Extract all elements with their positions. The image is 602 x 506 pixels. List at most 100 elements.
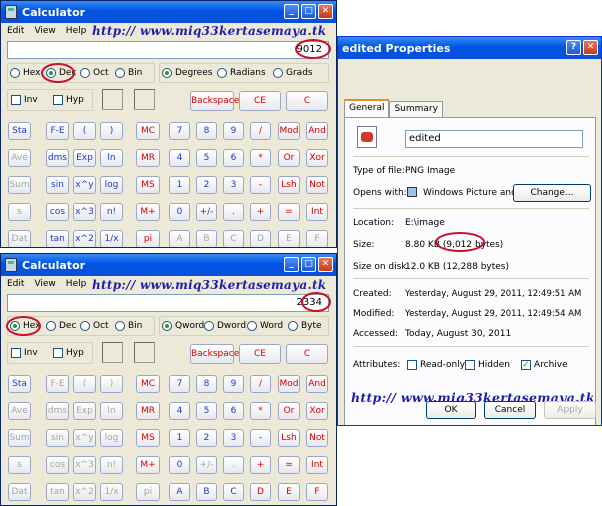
menu-view[interactable]: View xyxy=(34,26,55,36)
key-pi-button[interactable]: pi xyxy=(136,483,160,501)
key-a-button[interactable]: A xyxy=(169,230,190,247)
key-int-button[interactable]: Int xyxy=(306,203,328,221)
key---button[interactable]: / xyxy=(250,122,271,140)
key---button[interactable]: +/- xyxy=(196,456,217,474)
checkbox-hyp[interactable]: Hyp xyxy=(53,348,84,358)
key-not-button[interactable]: Not xyxy=(306,429,328,447)
key-cos-button[interactable]: cos xyxy=(46,456,69,474)
key-f-e-button[interactable]: F-E xyxy=(46,375,69,393)
key-s-button[interactable]: s xyxy=(8,203,31,221)
c-button[interactable]: C xyxy=(286,91,328,111)
key-ms-button[interactable]: MS xyxy=(136,176,160,194)
close-icon[interactable]: ✕ xyxy=(318,257,333,272)
key-8-button[interactable]: 8 xyxy=(196,122,217,140)
key---button[interactable]: ) xyxy=(100,122,123,140)
menu-view[interactable]: View xyxy=(34,279,55,289)
ce-button[interactable]: CE xyxy=(239,344,281,364)
key---button[interactable]: . xyxy=(223,203,244,221)
key-7-button[interactable]: 7 xyxy=(169,122,190,140)
key-2-button[interactable]: 2 xyxy=(196,176,217,194)
key-s-button[interactable]: s xyxy=(8,456,31,474)
backspace-button[interactable]: Backspace xyxy=(190,91,239,111)
key-6-button[interactable]: 6 xyxy=(223,149,244,167)
key-4-button[interactable]: 4 xyxy=(169,149,190,167)
key-sin-button[interactable]: sin xyxy=(46,429,69,447)
key-exp-button[interactable]: Exp xyxy=(73,149,96,167)
key-dms-button[interactable]: dms xyxy=(46,402,69,420)
key-f-button[interactable]: F xyxy=(306,483,328,501)
key-xpow2-button[interactable]: x^2 xyxy=(73,230,96,247)
title-bar[interactable]: Calculator _ □ ✕ xyxy=(1,1,336,23)
menu-edit[interactable]: Edit xyxy=(7,279,24,289)
key-dat-button[interactable]: Dat xyxy=(8,230,31,247)
key-tan-button[interactable]: tan xyxy=(46,483,69,501)
key-and-button[interactable]: And xyxy=(306,122,328,140)
radio-grads[interactable]: Grads xyxy=(273,68,313,78)
key---button[interactable]: / xyxy=(250,375,271,393)
key-0-button[interactable]: 0 xyxy=(169,456,190,474)
key-sum-button[interactable]: Sum xyxy=(8,429,31,447)
key---button[interactable]: * xyxy=(250,149,271,167)
key-or-button[interactable]: Or xyxy=(278,149,300,167)
radio-radians[interactable]: Radians xyxy=(217,68,266,78)
key-n--button[interactable]: n! xyxy=(100,203,123,221)
key-7-button[interactable]: 7 xyxy=(169,375,190,393)
change-button[interactable]: Change... xyxy=(513,184,591,202)
key-1-x-button[interactable]: 1/x xyxy=(100,230,123,247)
key---button[interactable]: * xyxy=(250,402,271,420)
radio-oct[interactable]: Oct xyxy=(80,321,109,331)
maximize-icon[interactable]: □ xyxy=(301,257,316,272)
minimize-icon[interactable]: _ xyxy=(284,4,299,19)
key---button[interactable]: = xyxy=(278,456,300,474)
menu-help[interactable]: Help xyxy=(66,279,87,289)
key-f-e-button[interactable]: F-E xyxy=(46,122,69,140)
key-5-button[interactable]: 5 xyxy=(196,402,217,420)
key-e-button[interactable]: E xyxy=(278,230,300,247)
maximize-icon[interactable]: □ xyxy=(301,4,316,19)
radio-degrees[interactable]: Degrees xyxy=(162,68,212,78)
key-3-button[interactable]: 3 xyxy=(223,429,244,447)
tab-general[interactable]: General xyxy=(344,99,390,117)
key-sta-button[interactable]: Sta xyxy=(8,375,31,393)
apply-button[interactable]: Apply xyxy=(544,401,596,419)
key---button[interactable]: + xyxy=(250,203,271,221)
key-sum-button[interactable]: Sum xyxy=(8,176,31,194)
key-or-button[interactable]: Or xyxy=(278,402,300,420)
checkbox-inv[interactable]: Inv xyxy=(11,95,38,105)
key---button[interactable]: + xyxy=(250,456,271,474)
key---button[interactable]: ( xyxy=(73,375,96,393)
key-and-button[interactable]: And xyxy=(306,375,328,393)
key-e-button[interactable]: E xyxy=(278,483,300,501)
key-dat-button[interactable]: Dat xyxy=(8,483,31,501)
key-m--button[interactable]: M+ xyxy=(136,456,160,474)
radio-byte[interactable]: Byte xyxy=(288,321,322,331)
minimize-icon[interactable]: _ xyxy=(284,257,299,272)
key-a-button[interactable]: A xyxy=(169,483,190,501)
key-mc-button[interactable]: MC xyxy=(136,122,160,140)
key-c-button[interactable]: C xyxy=(223,483,244,501)
key-lsh-button[interactable]: Lsh xyxy=(278,176,300,194)
key-b-button[interactable]: B xyxy=(196,483,217,501)
key-mr-button[interactable]: MR xyxy=(136,402,160,420)
calculator-display[interactable]: 2334 xyxy=(7,294,329,312)
key-log-button[interactable]: log xyxy=(100,429,123,447)
backspace-button[interactable]: Backspace xyxy=(190,344,239,364)
key-dms-button[interactable]: dms xyxy=(46,149,69,167)
checkbox-readonly[interactable]: Read-only xyxy=(407,360,465,370)
checkbox-hyp[interactable]: Hyp xyxy=(53,95,84,105)
radio-word[interactable]: Word xyxy=(247,321,283,331)
key-sta-button[interactable]: Sta xyxy=(8,122,31,140)
key---button[interactable]: - xyxy=(250,176,271,194)
radio-dec[interactable]: Dec xyxy=(46,321,76,331)
key-c-button[interactable]: C xyxy=(223,230,244,247)
key---button[interactable]: +/- xyxy=(196,203,217,221)
key-ln-button[interactable]: ln xyxy=(100,402,123,420)
radio-hex[interactable]: Hex xyxy=(10,68,40,78)
key-xpowy-button[interactable]: x^y xyxy=(73,176,96,194)
key-ave-button[interactable]: Ave xyxy=(8,149,31,167)
key-mr-button[interactable]: MR xyxy=(136,149,160,167)
c-button[interactable]: C xyxy=(286,344,328,364)
title-bar[interactable]: edited Properties ? ✕ xyxy=(338,37,601,59)
key-xpow2-button[interactable]: x^2 xyxy=(73,483,96,501)
close-icon[interactable]: ✕ xyxy=(318,4,333,19)
